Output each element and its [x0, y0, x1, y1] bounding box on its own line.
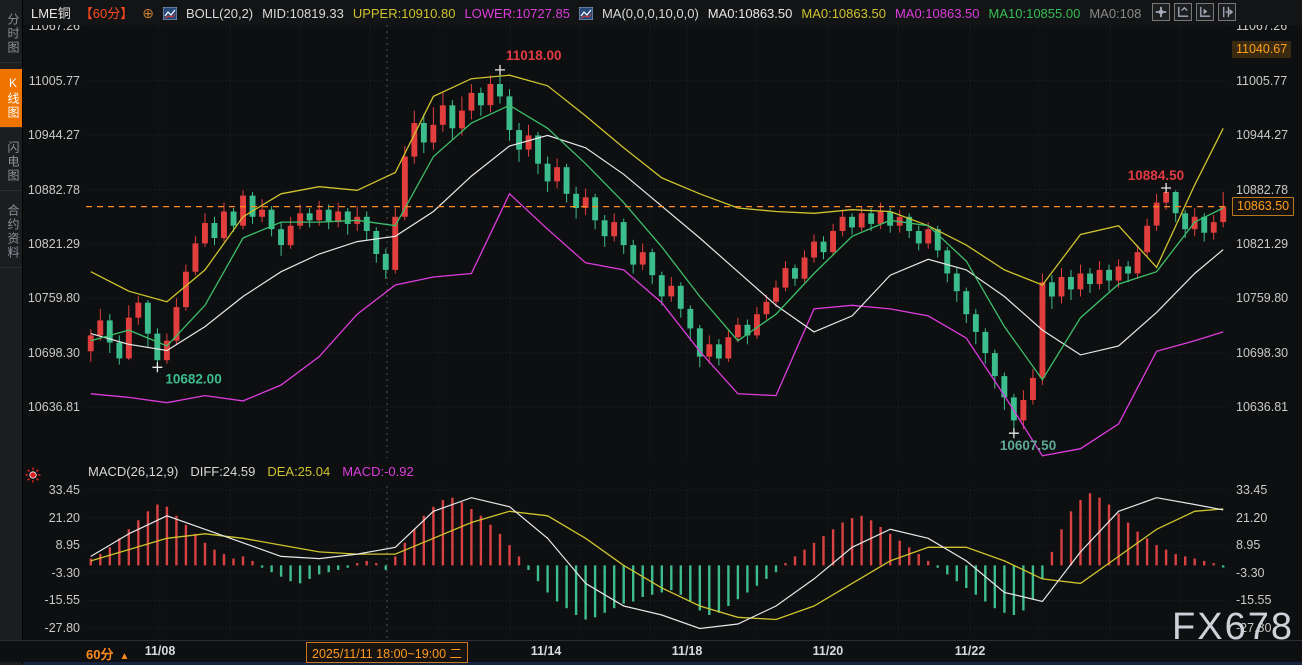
y-axis-label: 10759.80	[1236, 290, 1288, 306]
y-axis-label: 10698.30	[1236, 345, 1288, 361]
y-axis-label: -27.80	[45, 620, 80, 636]
boll-mid-value: MID:10819.33	[262, 6, 344, 21]
dea-value: DEA:25.04	[267, 464, 330, 484]
y-axis-label: 10882.78	[28, 182, 80, 198]
add-indicator-icon[interactable]: ⊕	[142, 5, 154, 21]
y-axis-label: 21.20	[49, 510, 80, 526]
sidebar-tab-K线图[interactable]: K线图	[0, 69, 22, 128]
macd-chart-canvas[interactable]	[86, 486, 1228, 638]
watermark-logo: FX678	[1172, 606, 1294, 649]
period-label: 【60分】	[80, 6, 133, 21]
chart-type-sidebar: 分时图 K线图闪电图合约资料	[0, 0, 23, 665]
y-axis-label: 33.45	[49, 482, 80, 498]
x-axis-date-label: 11/18	[672, 644, 703, 658]
svg-text:10884.50: 10884.50	[1128, 168, 1184, 183]
trading-app-window: 分时图 K线图闪电图合约资料 LME铜【60分】 ⊕ BOLL(20,2) MID:10…	[0, 0, 1302, 665]
y-axis-label: 10821.29	[1236, 236, 1288, 252]
y-axis-label: 10944.27	[28, 127, 80, 143]
y-axis-label: 10698.30	[28, 345, 80, 361]
left-price-axis: 11067.2611005.7710944.2710882.7810821.29…	[22, 0, 86, 640]
boll-lower-value: LOWER:10727.85	[464, 6, 570, 21]
boll-upper-value: UPPER:10910.80	[353, 6, 456, 21]
x-axis-date-label: 11/22	[955, 644, 986, 658]
y-axis-label: 10636.81	[28, 399, 80, 415]
ma10-value: MA10:10855.00	[989, 6, 1081, 21]
y-axis-label: 10944.27	[1236, 127, 1288, 143]
diff-value: DIFF:24.59	[190, 464, 255, 484]
scale-x-axis-icon[interactable]	[1196, 3, 1214, 21]
ma0-value-truncated: MA0:108	[1089, 6, 1141, 21]
symbol-title: LME铜	[31, 6, 71, 21]
y-axis-label: 10636.81	[1236, 399, 1288, 415]
svg-text:10607.50: 10607.50	[1000, 438, 1056, 453]
indicator-header: LME铜【60分】 ⊕ BOLL(20,2) MID:10819.33 UPPER:10…	[22, 0, 1302, 25]
period-up-arrow-icon: ▲	[119, 651, 129, 662]
y-axis-label: -3.30	[1236, 565, 1265, 581]
y-axis-label: 8.95	[1236, 537, 1260, 553]
period-switcher[interactable]: 60分 ▲	[86, 644, 129, 663]
header-toolbar	[1152, 3, 1236, 21]
ma-params: MA(0,0,0,10,0,0)	[602, 6, 699, 21]
y-axis-label: 10821.29	[28, 236, 80, 252]
x-axis-date-label: 11/14	[531, 644, 562, 658]
indicator-readouts: LME铜【60分】 ⊕ BOLL(20,2) MID:10819.33 UPPER:10…	[22, 3, 1141, 22]
ma0-value-white: MA0:10863.50	[708, 6, 793, 21]
crosshair-time-readout: 2025/11/11 18:00~19:00 二	[306, 642, 468, 663]
y-axis-label: -15.55	[45, 592, 80, 608]
y-axis-label: 11005.77	[1236, 73, 1287, 89]
red-burst-icon[interactable]	[24, 466, 42, 484]
scale-y-axis-icon[interactable]	[1174, 3, 1192, 21]
move-crosshair-icon[interactable]	[1152, 3, 1170, 21]
y-axis-label: 33.45	[1236, 482, 1267, 498]
y-axis-label: 10759.80	[28, 290, 80, 306]
ma0-value-yellow: MA0:10863.50	[801, 6, 886, 21]
x-axis-date-label: 11/20	[813, 644, 844, 658]
svg-text:11018.00: 11018.00	[506, 48, 562, 63]
pan-right-icon[interactable]	[1218, 3, 1236, 21]
macd-value: MACD:-0.92	[342, 464, 414, 484]
y-axis-label: 10882.78	[1236, 182, 1288, 198]
time-axis-bar: 60分 ▲ 11/08 2025/11/11 18:00~19:00 二 11/14 1…	[0, 640, 1302, 662]
y-axis-label: 8.95	[56, 537, 80, 553]
ma-chart-icon[interactable]	[579, 6, 593, 21]
sidebar-tab-分时图[interactable]: 分时图	[0, 6, 22, 63]
x-axis-date-label: 11/08	[145, 644, 176, 658]
boll-params: BOLL(20,2)	[186, 6, 253, 21]
ma0-value-magenta: MA0:10863.50	[895, 6, 980, 21]
macd-indicator-header: MACD(26,12,9) DIFF:24.59 DEA:25.04 MACD:-0.…	[88, 464, 414, 484]
y-axis-label: 21.20	[1236, 510, 1267, 526]
boll-chart-icon[interactable]	[163, 6, 177, 21]
svg-text:10682.00: 10682.00	[165, 371, 221, 386]
macd-params: MACD(26,12,9)	[88, 464, 178, 484]
candlestick-chart-canvas[interactable]: 11018.00 10682.00 10607.50 10884.50	[86, 25, 1228, 458]
reference-price-tag: 11040.67	[1232, 41, 1291, 58]
right-price-axis: 11040.67 10863.50 11067.2611005.7710944.…	[1228, 0, 1302, 640]
sidebar-tab-合约资料[interactable]: 合约资料	[0, 197, 22, 268]
period-label: 60分	[86, 647, 113, 662]
y-axis-label: 11005.77	[29, 73, 80, 89]
last-price-tag: 10863.50	[1232, 197, 1294, 216]
sidebar-tab-闪电图[interactable]: 闪电图	[0, 134, 22, 191]
y-axis-label: -3.30	[52, 565, 81, 581]
